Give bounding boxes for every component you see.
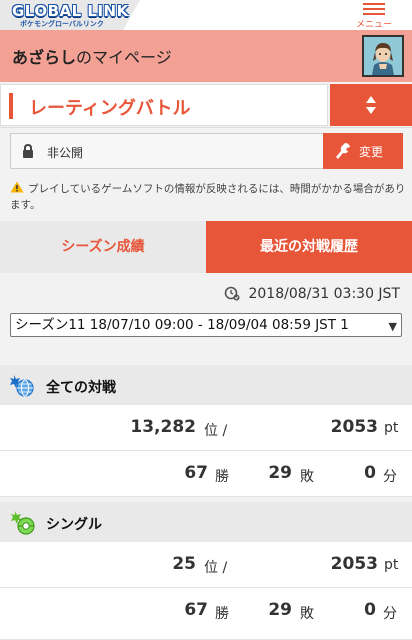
globe-icon — [10, 375, 34, 397]
losses-value: 29 — [268, 463, 292, 483]
refresh-clock-icon — [225, 286, 240, 301]
rank-value: 25 — [172, 554, 196, 574]
losses-unit: 敗 — [300, 606, 314, 622]
rating-unit: pt — [384, 557, 399, 573]
hamburger-icon — [363, 2, 385, 16]
global-link-logo[interactable]: GLOBAL LINK ポケモングローバルリンク — [2, 0, 134, 30]
draws-value: 0 — [364, 600, 376, 620]
update-notice: プレイしているゲームソフトの情報が反映されるには、時間がかかる場合があります。 — [10, 181, 406, 213]
top-bar: GLOBAL LINK ポケモングローバルリンク メニュー — [0, 0, 412, 30]
rating-unit: pt — [384, 420, 399, 436]
up-down-arrows-icon — [366, 96, 376, 114]
losses-unit: 敗 — [300, 469, 314, 485]
section-all-battles-header: 全ての対戦 — [0, 365, 412, 405]
win-loss-row: 67 勝 29 敗 0 分 — [0, 451, 412, 497]
losses-value: 29 — [268, 600, 292, 620]
rank-rating-row: 25 位 / 2053 pt — [0, 542, 412, 588]
user-name: あざらし — [12, 48, 77, 67]
wins-unit: 勝 — [215, 469, 229, 485]
tab-season-results[interactable]: シーズン成績 — [0, 221, 206, 273]
draws-value: 0 — [364, 463, 376, 483]
rating-title: レーティングバトル — [29, 98, 191, 119]
change-visibility-button[interactable]: 変更 — [323, 133, 403, 169]
section-title: 全ての対戦 — [46, 380, 116, 396]
logo-sub-text: ポケモングローバルリンク — [20, 20, 104, 28]
section-title: シングル — [46, 517, 102, 533]
mypage-suffix: のマイページ — [76, 48, 172, 67]
rank-rating-row: 13,282 位 / 2053 pt — [0, 405, 412, 451]
last-updated: 2018/08/31 03:30 JST — [200, 285, 400, 302]
change-label: 変更 — [359, 145, 384, 159]
logo-main-text: GLOBAL LINK — [12, 2, 129, 20]
chevron-down-icon: ▼ — [388, 320, 397, 333]
wins-unit: 勝 — [215, 606, 229, 622]
wins-value: 67 — [184, 463, 208, 483]
lock-icon — [23, 143, 33, 158]
draws-unit: 分 — [383, 469, 397, 485]
season-select-value: シーズン11 18/07/10 09:00 - 18/09/04 08:59 J… — [15, 317, 349, 333]
season-select[interactable]: シーズン11 18/07/10 09:00 - 18/09/04 08:59 J… — [10, 313, 402, 337]
rank-unit: 位 / — [204, 560, 228, 576]
section-single-header: シングル — [0, 502, 412, 542]
trainer-avatar-icon — [364, 37, 402, 75]
trainer-avatar[interactable] — [362, 35, 404, 77]
single-battle-icon — [11, 511, 35, 535]
rating-value: 2053 — [330, 417, 378, 437]
visibility-status: 非公開 — [10, 133, 324, 169]
last-updated-value: 2018/08/31 03:30 JST — [248, 286, 400, 302]
result-tabs: シーズン成績 最近の対戦履歴 — [0, 221, 412, 273]
wrench-icon — [336, 143, 350, 159]
mypage-bar: あざらしのマイページ — [0, 30, 412, 82]
battle-type-toggle-button[interactable] — [330, 84, 412, 126]
menu-button[interactable]: メニュー — [352, 2, 396, 30]
warning-icon — [10, 181, 24, 193]
rank-unit: 位 / — [204, 423, 228, 439]
win-loss-row: 67 勝 29 敗 0 分 — [0, 588, 412, 640]
draws-unit: 分 — [383, 606, 397, 622]
mypage-title: あざらしのマイページ — [12, 44, 172, 68]
rank-value: 13,282 — [130, 417, 196, 437]
rating-battle-bar: レーティングバトル — [0, 82, 412, 128]
visibility-value: 非公開 — [47, 146, 84, 160]
rating-title-box: レーティングバトル — [0, 84, 328, 126]
notice-text: プレイしているゲームソフトの情報が反映されるには、時間がかかる場合があります。 — [10, 183, 406, 211]
wins-value: 67 — [184, 600, 208, 620]
rating-value: 2053 — [330, 554, 378, 574]
rating-accent-bar — [9, 93, 13, 119]
tab-recent-battles[interactable]: 最近の対戦履歴 — [206, 221, 412, 273]
menu-label: メニュー — [355, 20, 392, 30]
